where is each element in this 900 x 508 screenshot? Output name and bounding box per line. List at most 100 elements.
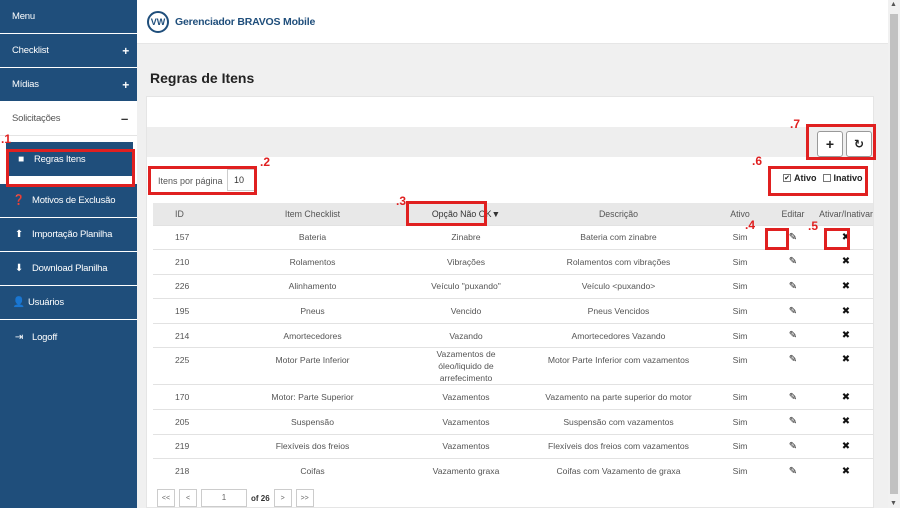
cell-id: 226 (153, 273, 217, 299)
annotation-box-2 (148, 166, 257, 195)
top-bar: VW Gerenciador BRAVOS Mobile (137, 0, 888, 44)
toggle-active-button[interactable]: ✖ (819, 347, 873, 385)
cell-opcao: Vazamentos de óleo/liquido de arrefecime… (408, 347, 524, 385)
page-number-input[interactable]: 1 (201, 489, 247, 507)
annotation-number-2: .2 (260, 155, 271, 169)
cell-descricao: Bateria com zinabre (524, 224, 713, 250)
close-icon: ✖ (841, 305, 851, 317)
last-page-button[interactable]: >> (295, 489, 314, 507)
annotation-box-3 (406, 201, 487, 226)
cell-item: Amortecedores (217, 322, 408, 348)
cell-item: Motor Parte Inferior (217, 347, 408, 385)
close-icon: ✖ (841, 354, 851, 366)
scroll-up-icon[interactable]: ▲ (890, 1, 897, 8)
pencil-icon: ✎ (788, 391, 798, 403)
cell-descricao: Motor Parte Inferior com vazamentos (524, 347, 713, 385)
toggle-active-button[interactable]: ✖ (819, 384, 873, 410)
toggle-active-button[interactable]: ✖ (819, 409, 873, 435)
annotation-number-5: .5 (808, 219, 819, 233)
scroll-down-icon[interactable]: ▼ (890, 500, 897, 507)
cell-id: 205 (153, 409, 217, 435)
cell-item: Coifas (217, 458, 408, 484)
toggle-active-button[interactable]: ✖ (819, 433, 873, 459)
sidebar-item-motivos[interactable]: ❓ Motivos de Exclusão (0, 184, 137, 218)
sidebar-item-logoff[interactable]: ⇥ Logoff (0, 320, 137, 354)
cell-opcao: Zinabre (408, 224, 524, 250)
edit-button[interactable]: ✎ (767, 298, 819, 324)
plus-icon: + (122, 78, 129, 92)
sidebar-item-download[interactable]: ⬇ Download Planilha (0, 252, 137, 286)
sidebar-item-label: Importação Planilha (32, 229, 113, 240)
close-icon: ✖ (841, 391, 851, 403)
cell-opcao: Vazamentos (408, 409, 524, 435)
cell-item: Motor: Parte Superior (217, 384, 408, 410)
cell-opcao: Vazando (408, 322, 524, 348)
cell-descricao: Pneus Vencidos (524, 298, 713, 324)
cell-descricao: Rolamentos com vibrações (524, 249, 713, 275)
sidebar-item-importacao[interactable]: ⬆ Importação Planilha (0, 218, 137, 252)
edit-button[interactable]: ✎ (767, 249, 819, 275)
cell-ativo: Sim (713, 409, 767, 435)
cell-descricao: Veículo <puxando> (524, 273, 713, 299)
edit-button[interactable]: ✎ (767, 273, 819, 299)
vw-logo: VW (147, 10, 169, 33)
edit-button[interactable]: ✎ (767, 409, 819, 435)
annotation-number-6: .6 (752, 154, 763, 168)
cell-opcao: Vazamentos (408, 433, 524, 459)
edit-button[interactable]: ✎ (767, 347, 819, 385)
cell-descricao: Amortecedores Vazando (524, 322, 713, 348)
col-item-checklist[interactable]: Item Checklist (217, 203, 408, 225)
sidebar-item-midias[interactable]: Mídias + (0, 68, 137, 102)
cell-item: Alinhamento (217, 273, 408, 299)
prev-page-button[interactable]: < (179, 489, 197, 507)
edit-button[interactable]: ✎ (767, 322, 819, 348)
sidebar-item-solicitacoes[interactable]: Solicitações – (0, 102, 137, 136)
sidebar-item-label: Download Planilha (32, 263, 108, 274)
pencil-icon: ✎ (788, 354, 798, 366)
sidebar: Menu Checklist + Mídias + Solicitações – ■ R… (0, 0, 137, 508)
cell-id: 219 (153, 433, 217, 459)
first-page-button[interactable]: << (157, 489, 175, 507)
table-row: 205 Suspensão Vazamentos Suspensão com vaza… (153, 409, 873, 435)
edit-button[interactable]: ✎ (767, 458, 819, 484)
table-row: 225 Motor Parte Inferior Vazamentos de óle… (153, 347, 873, 385)
toolbar-strip (147, 127, 873, 157)
cell-ativo: Sim (713, 224, 767, 250)
col-id[interactable]: ID (153, 203, 217, 225)
sidebar-item-label: Motivos de Exclusão (32, 195, 116, 206)
page-scrollbar[interactable]: ▲ ▼ (888, 0, 900, 508)
table-row: 214 Amortecedores Vazando Amortecedores Vaz… (153, 322, 873, 348)
sidebar-menu-header: Menu (0, 0, 137, 34)
scrollbar-thumb[interactable] (890, 14, 898, 494)
edit-button[interactable]: ✎ (767, 433, 819, 459)
col-descricao[interactable]: Descrição (524, 203, 713, 225)
cell-id: 170 (153, 384, 217, 410)
user-icon: 👤 (12, 297, 26, 308)
cell-ativo: Sim (713, 347, 767, 385)
col-ativar-inativar: Ativar/Inativar (819, 203, 873, 225)
col-ativo[interactable]: Ativo (713, 203, 767, 225)
next-page-button[interactable]: > (273, 489, 292, 507)
cell-ativo: Sim (713, 458, 767, 484)
cell-ativo: Sim (713, 322, 767, 348)
toggle-active-button[interactable]: ✖ (819, 458, 873, 484)
toggle-active-button[interactable]: ✖ (819, 298, 873, 324)
sidebar-item-usuarios[interactable]: 👤 Usuários (0, 286, 137, 320)
edit-button[interactable]: ✎ (767, 384, 819, 410)
cell-ativo: Sim (713, 298, 767, 324)
toggle-active-button[interactable]: ✖ (819, 322, 873, 348)
download-icon: ⬇ (14, 263, 24, 274)
table-row: 195 Pneus Vencido Pneus Vencidos Sim ✎ ✖ (153, 298, 873, 324)
content-panel: + ↻ Itens por página 10 ✔ Ativo Inativo … (146, 96, 874, 508)
toggle-active-button[interactable]: ✖ (819, 249, 873, 275)
table-row: 226 Alinhamento Veículo "puxando" Veículo <… (153, 273, 873, 299)
sidebar-item-checklist[interactable]: Checklist + (0, 34, 137, 68)
upload-icon: ⬆ (14, 229, 24, 240)
toggle-active-button[interactable]: ✖ (819, 273, 873, 299)
plus-icon: + (122, 44, 129, 58)
pencil-icon: ✎ (788, 305, 798, 317)
cell-id: 195 (153, 298, 217, 324)
cell-opcao: Vencido (408, 298, 524, 324)
annotation-box-6 (768, 166, 868, 196)
close-icon: ✖ (841, 330, 851, 342)
